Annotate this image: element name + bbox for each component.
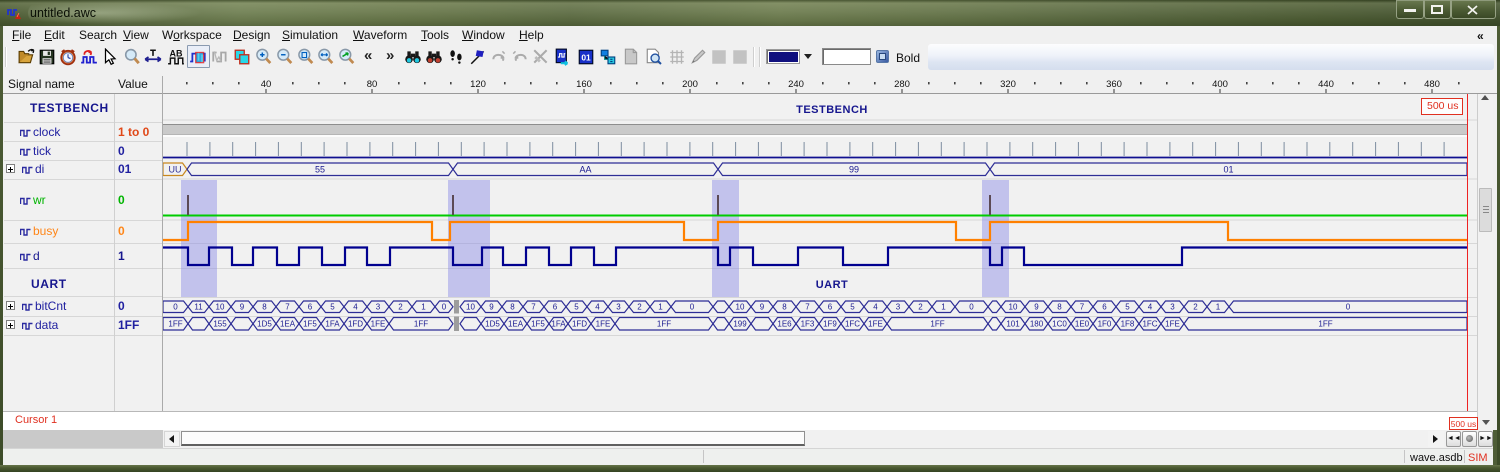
svg-text:AB: AB — [170, 48, 183, 58]
svg-text:8: 8 — [510, 303, 515, 312]
svg-text:1FE: 1FE — [1165, 320, 1180, 329]
svg-text:40: 40 — [261, 79, 272, 90]
svg-text:1FF: 1FF — [657, 320, 671, 329]
svg-text:11: 11 — [194, 303, 203, 312]
svg-text:360: 360 — [1106, 79, 1122, 90]
svg-text:9: 9 — [240, 303, 245, 312]
svg-text:1FF: 1FF — [414, 320, 428, 329]
svg-text:199: 199 — [733, 320, 747, 329]
svg-text:3: 3 — [1170, 303, 1175, 312]
svg-text:6: 6 — [828, 303, 833, 312]
svg-text:55: 55 — [315, 165, 325, 175]
svg-text:1E0: 1E0 — [1075, 320, 1090, 329]
svg-text:1: 1 — [658, 303, 663, 312]
svg-text:UU: UU — [169, 165, 182, 175]
svg-text:6: 6 — [308, 303, 313, 312]
svg-text:3: 3 — [376, 303, 381, 312]
svg-text:1: 1 — [1216, 303, 1221, 312]
svg-text:10: 10 — [1009, 303, 1018, 312]
svg-text:1E6: 1E6 — [777, 320, 792, 329]
svg-text:2: 2 — [637, 303, 642, 312]
svg-text:10: 10 — [466, 303, 475, 312]
svg-text:80: 80 — [367, 79, 378, 90]
svg-text:1: 1 — [421, 303, 426, 312]
svg-text:1FE: 1FE — [371, 320, 386, 329]
svg-text:155: 155 — [213, 320, 227, 329]
svg-text:480: 480 — [1424, 79, 1440, 90]
svg-text:1F8: 1F8 — [1121, 320, 1135, 329]
svg-text:1FA: 1FA — [551, 320, 566, 329]
svg-text:1: 1 — [941, 303, 946, 312]
svg-text:5: 5 — [1125, 303, 1130, 312]
svg-text:9: 9 — [1034, 303, 1039, 312]
svg-text:01: 01 — [581, 52, 591, 62]
svg-text:4: 4 — [1148, 303, 1153, 312]
svg-text:9: 9 — [760, 303, 765, 312]
svg-text:440: 440 — [1318, 79, 1334, 90]
svg-text:UART: UART — [816, 279, 849, 291]
svg-text:0: 0 — [1346, 303, 1351, 312]
svg-text:9: 9 — [489, 303, 494, 312]
svg-text:99: 99 — [849, 165, 859, 175]
svg-text:1FD: 1FD — [348, 320, 363, 329]
svg-text:0: 0 — [690, 303, 695, 312]
svg-text:280: 280 — [894, 79, 910, 90]
svg-text:1FC: 1FC — [1142, 320, 1157, 329]
svg-text:240: 240 — [788, 79, 804, 90]
svg-text:4: 4 — [353, 303, 358, 312]
svg-text:180: 180 — [1030, 320, 1044, 329]
svg-text:01: 01 — [1223, 165, 1233, 175]
svg-text:7: 7 — [805, 303, 810, 312]
svg-text:4: 4 — [595, 303, 600, 312]
svg-text:8: 8 — [262, 303, 267, 312]
svg-text:7: 7 — [531, 303, 536, 312]
svg-text:1F3: 1F3 — [801, 320, 815, 329]
svg-text:400: 400 — [1212, 79, 1228, 90]
svg-text:8: 8 — [1057, 303, 1062, 312]
svg-text:0: 0 — [969, 303, 974, 312]
svg-text:1FE: 1FE — [596, 320, 611, 329]
svg-text:1F5: 1F5 — [303, 320, 317, 329]
svg-text:10: 10 — [216, 303, 225, 312]
svg-text:0: 0 — [442, 303, 447, 312]
svg-text:TESTBENCH: TESTBENCH — [796, 104, 868, 116]
svg-text:1FD: 1FD — [572, 320, 587, 329]
svg-text:10: 10 — [736, 303, 745, 312]
svg-text:1EA: 1EA — [508, 320, 524, 329]
svg-text:1D5: 1D5 — [257, 320, 272, 329]
svg-text:1F9: 1F9 — [823, 320, 837, 329]
svg-text:0: 0 — [173, 303, 178, 312]
svg-text:1F5: 1F5 — [531, 320, 545, 329]
svg-text:120: 120 — [470, 79, 486, 90]
svg-text:1D5: 1D5 — [485, 320, 500, 329]
svg-text:1FF: 1FF — [1318, 320, 1332, 329]
svg-text:1C0: 1C0 — [1052, 320, 1067, 329]
svg-text:5: 5 — [330, 303, 335, 312]
svg-text:320: 320 — [1000, 79, 1016, 90]
svg-text:3: 3 — [616, 303, 621, 312]
svg-text:5: 5 — [574, 303, 579, 312]
svg-text:2: 2 — [918, 303, 923, 312]
svg-text:7: 7 — [285, 303, 290, 312]
svg-text:1F0: 1F0 — [1098, 320, 1112, 329]
svg-text:AA: AA — [579, 165, 591, 175]
svg-text:4: 4 — [873, 303, 878, 312]
svg-text:160: 160 — [576, 79, 592, 90]
svg-text:3: 3 — [896, 303, 901, 312]
svg-text:1FF: 1FF — [930, 320, 944, 329]
svg-text:6: 6 — [553, 303, 558, 312]
svg-text:6: 6 — [1102, 303, 1107, 312]
svg-text:101: 101 — [1006, 320, 1020, 329]
svg-text:1FC: 1FC — [845, 320, 860, 329]
svg-text:1EA: 1EA — [280, 320, 296, 329]
svg-text:1FE: 1FE — [868, 320, 883, 329]
svg-text:5: 5 — [850, 303, 855, 312]
svg-text:1FF: 1FF — [168, 320, 182, 329]
svg-text:7: 7 — [1080, 303, 1085, 312]
svg-text:8: 8 — [782, 303, 787, 312]
svg-text:200: 200 — [682, 79, 698, 90]
svg-text:2: 2 — [1193, 303, 1198, 312]
svg-text:1FA: 1FA — [325, 320, 340, 329]
svg-text:2: 2 — [398, 303, 403, 312]
